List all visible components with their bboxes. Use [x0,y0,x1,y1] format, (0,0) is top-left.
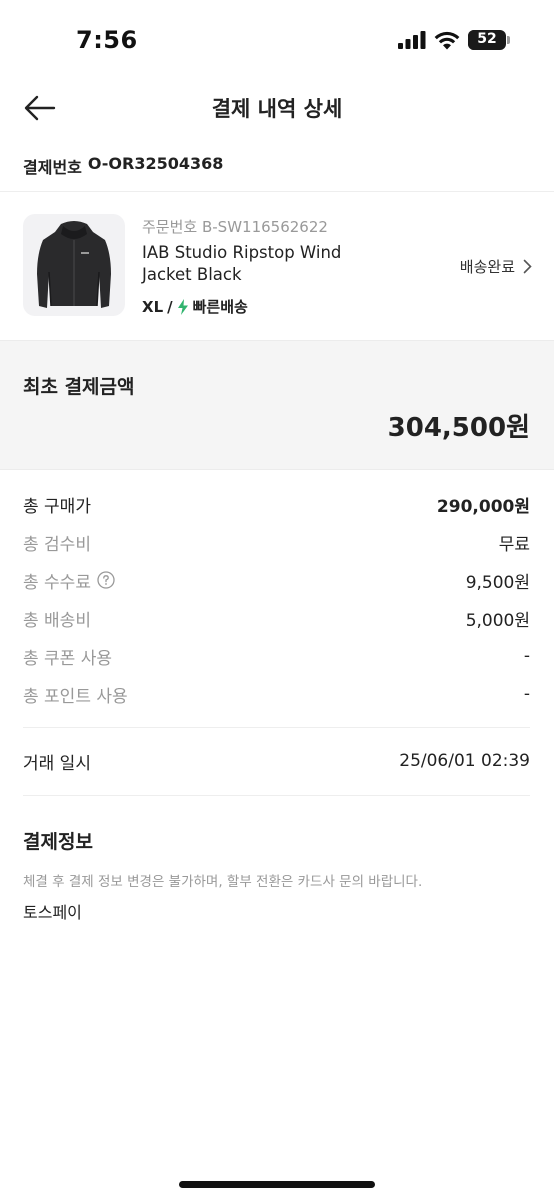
cellular-signal-icon [398,31,426,49]
breakdown-row-points: 총 포인트 사용 - [23,680,530,708]
initial-payment-label: 최초 결제금액 [23,376,135,398]
order-number: 주문번호 B-SW116562622 [142,218,328,236]
divider [23,727,530,728]
delivery-status[interactable]: 배송완료 [460,256,532,277]
help-icon[interactable] [97,571,115,589]
payment-info-title: 결제정보 [23,831,93,853]
transaction-date-value: 25/06/01 02:39 [399,751,530,771]
jacket-image [37,221,111,308]
breakdown-label: 총 수수료 [23,572,91,593]
status-bar: 7:56 52 [0,0,554,80]
breakdown-value: - [523,684,530,704]
product-option: XL / 빠른배송 [142,296,248,317]
payment-number: 결제번호 O-OR32504368 [23,154,223,178]
breakdown-row-commission: 총 수수료 9,500원 [23,566,530,594]
home-indicator [179,1181,375,1188]
breakdown-row-inspection-fee: 총 검수비 무료 [23,528,530,556]
breakdown-label: 총 검수비 [23,534,91,555]
battery-indicator: 52 [468,30,510,50]
product-name-line2: Jacket Black [142,265,242,284]
initial-payment-amount: 304,500원 [387,413,530,443]
initial-payment-box: 최초 결제금액 304,500원 [0,340,554,470]
payment-info-notice: 체결 후 결제 정보 변경은 불가하며, 할부 전환은 카드사 문의 바랍니다. [23,874,423,890]
payment-method: 토스페이 [23,903,82,922]
shipping-type: 빠른배송 [192,298,248,316]
status-time: 7:56 [76,26,138,54]
breakdown-value: 290,000원 [436,496,530,517]
delivery-status-label: 배송완료 [459,258,515,276]
breakdown-label: 총 구매가 [23,496,91,517]
product-card[interactable]: 주문번호 B-SW116562622 IAB Studio Ripstop Wi… [0,192,554,340]
breakdown-value: 무료 [498,534,530,555]
breakdown-value: - [523,646,530,666]
lightning-bolt-icon [177,298,189,315]
breakdown-label: 총 포인트 사용 [23,686,128,707]
payment-number-label: 결제번호 [23,158,82,177]
product-size: XL [142,297,164,316]
breakdown-value: 5,000원 [465,610,530,631]
breakdown-label: 총 배송비 [23,610,91,631]
breakdown-row-coupon: 총 쿠폰 사용 - [23,642,530,670]
payment-number-value: O-OR32504368 [87,154,224,173]
product-name-line1: IAB Studio Ripstop Wind [142,243,342,262]
wifi-icon [434,31,460,49]
battery-percent: 52 [477,31,497,47]
status-icons: 52 [398,30,510,50]
header: 결제 내역 상세 [0,80,554,136]
divider [23,795,530,796]
chevron-right-icon [523,259,532,274]
transaction-date-row: 거래 일시 25/06/01 02:39 [23,747,530,775]
page-title: 결제 내역 상세 [211,97,343,121]
transaction-date-label: 거래 일시 [23,753,91,774]
option-separator: / [167,297,173,316]
product-name: IAB Studio Ripstop Wind Jacket Black [142,242,402,286]
breakdown-row-shipping-fee: 총 배송비 5,000원 [23,604,530,632]
breakdown-row-purchase-price: 총 구매가 290,000원 [23,490,530,518]
product-image [23,214,125,316]
battery-icon: 52 [468,30,506,50]
breakdown-label: 총 쿠폰 사용 [23,648,113,669]
breakdown-value: 9,500원 [465,572,530,593]
